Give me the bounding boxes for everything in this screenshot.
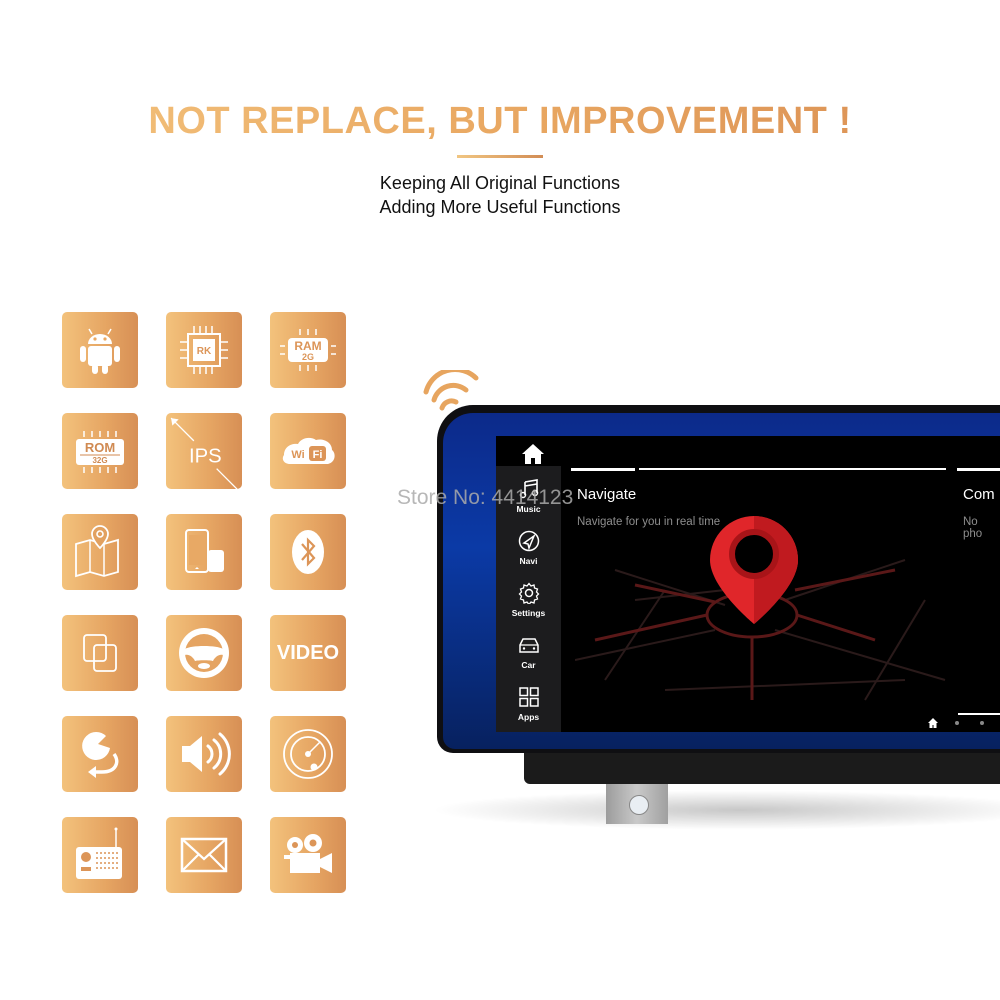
video-icon: VIDEO [276, 641, 340, 664]
camera-icon [284, 834, 332, 873]
page-home-icon[interactable] [927, 717, 939, 729]
subtitle-line-2: Adding More Useful Functions [379, 197, 621, 217]
map-pin-marker-icon [710, 516, 798, 624]
feature-tile-multiwindow [62, 615, 138, 691]
feature-tile-ram: RAM 2G [270, 312, 346, 388]
rotate-icon [82, 731, 119, 778]
bluetooth-icon [292, 530, 324, 574]
radar-icon [283, 729, 333, 779]
map-pin-icon [75, 525, 119, 578]
card-progress-track [639, 468, 946, 470]
feature-tile-speaker [166, 716, 242, 792]
radio-icon [76, 827, 122, 879]
cpu-chip-icon: RK [180, 326, 228, 374]
svg-text:Wi: Wi [291, 449, 304, 461]
phone-mirror-icon [185, 529, 224, 573]
feature-tile-radar [270, 716, 346, 792]
feature-tile-android [62, 312, 138, 388]
sidebar-item-apps[interactable]: Apps [496, 686, 561, 722]
ram-chip-icon: RAM2G [280, 329, 336, 371]
feature-tile-rom: ROM 32G [62, 413, 138, 489]
phone-card-title[interactable]: Com [963, 486, 995, 503]
sidebar-label-car: Car [521, 660, 536, 670]
home-icon[interactable] [521, 443, 545, 465]
feature-tile-bluetooth [270, 514, 346, 590]
phone-card-subtitle: No pho [963, 516, 983, 540]
feature-tile-cpu: RK [166, 312, 242, 388]
feature-tile-wifi: Wi Fi [270, 413, 346, 489]
device-shadow [430, 790, 1000, 830]
feature-tile-steering [166, 615, 242, 691]
device-lower-housing [524, 750, 1000, 784]
navigate-card-subtitle: Navigate for you in real time [577, 516, 721, 528]
feature-tile-radio [62, 817, 138, 893]
wifi-icon: Wi Fi [282, 437, 335, 464]
sidebar-label-navi: Navi [519, 556, 538, 566]
settings-icon [518, 582, 539, 604]
sidebar-item-settings[interactable]: Settings [496, 582, 561, 618]
feature-tile-ips: IPS [166, 413, 242, 489]
page-dot-1[interactable] [955, 721, 959, 725]
feature-tile-mail [166, 817, 242, 893]
svg-text:2G: 2G [302, 352, 314, 362]
sidebar-item-car[interactable]: Car [496, 634, 561, 670]
feature-tile-camera [270, 817, 346, 893]
navigate-card-title[interactable]: Navigate [577, 486, 636, 503]
android-icon [80, 328, 120, 374]
navi-icon [518, 530, 539, 552]
feature-tile-phone-link [166, 514, 242, 590]
car-icon [518, 638, 539, 653]
page-dot-2[interactable] [980, 721, 984, 725]
mail-icon [180, 837, 228, 873]
apps-icon [518, 687, 539, 707]
cpu-label: RK [197, 346, 212, 357]
svg-text:Fi: Fi [313, 449, 323, 461]
sidebar-label-settings: Settings [511, 608, 546, 618]
feature-tile-video: VIDEO [270, 615, 346, 691]
sidebar-item-navi[interactable]: Navi [496, 530, 561, 566]
headline: NOT REPLACE, BUT IMPROVEMENT ! [0, 100, 1000, 143]
feature-tile-map [62, 514, 138, 590]
speaker-icon [182, 732, 231, 776]
page-indicator-bar [958, 713, 1000, 715]
svg-text:32G: 32G [92, 456, 107, 465]
multi-window-icon [83, 634, 117, 672]
sidebar-label-apps: Apps [517, 712, 540, 722]
headline-divider [457, 155, 543, 158]
card-progress-bar-1 [571, 468, 635, 471]
svg-text:RAM: RAM [294, 339, 321, 353]
feature-tile-rotate [62, 716, 138, 792]
subtitle-line-1: Keeping All Original Functions [379, 173, 621, 193]
ips-screen-icon: IPS [170, 417, 238, 489]
card-progress-bar-2 [957, 468, 1000, 471]
rom-chip-icon: ROM32G [76, 431, 124, 473]
svg-text:IPS: IPS [189, 445, 222, 467]
bracket-hole [629, 795, 649, 815]
steering-wheel-icon [179, 628, 229, 678]
svg-text:ROM: ROM [85, 440, 115, 455]
store-watermark: Store No: 4414123 [397, 486, 574, 509]
